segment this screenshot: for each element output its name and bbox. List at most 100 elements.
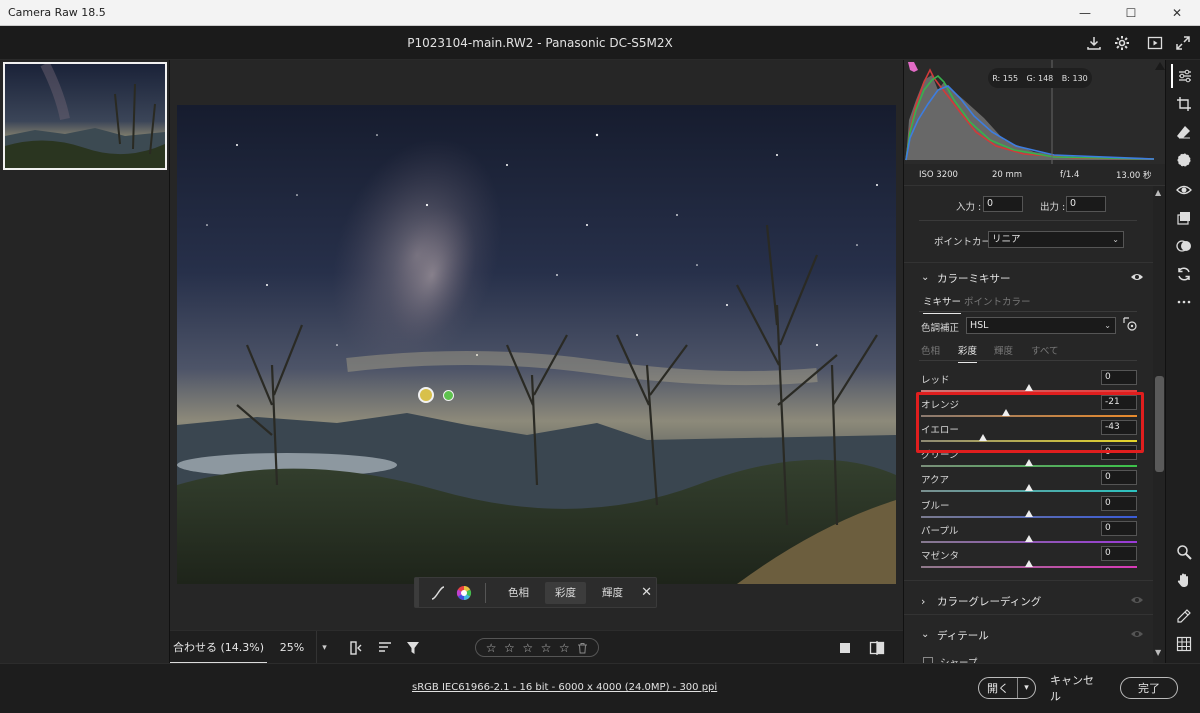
- remove-tool-button[interactable]: [1171, 120, 1197, 144]
- slider-row: マゼンタ 0: [904, 545, 1154, 573]
- download-icon: [1087, 37, 1101, 50]
- close-window-button[interactable]: ✕: [1154, 0, 1200, 26]
- snapshot-tool-button[interactable]: [1171, 234, 1197, 258]
- maximize-button[interactable]: ☐: [1108, 0, 1154, 26]
- grid-toggle-button[interactable]: [1171, 632, 1197, 656]
- red-eye-tool-button[interactable]: [1171, 178, 1197, 202]
- chevron-down-icon: ⌄: [921, 272, 930, 283]
- subtab-hue[interactable]: 色相: [921, 343, 940, 357]
- view-mode-button[interactable]: [834, 637, 856, 659]
- slider-thumb[interactable]: [1025, 509, 1033, 517]
- save-image-button[interactable]: [1083, 32, 1105, 54]
- minimize-button[interactable]: —: [1062, 0, 1108, 26]
- zoom-dropdown[interactable]: ▾: [316, 631, 332, 664]
- adjust-select[interactable]: HSL ⌄: [966, 317, 1116, 334]
- slider-value-field[interactable]: 0: [1101, 520, 1137, 536]
- color-mixer-header[interactable]: ⌄ カラーミキサー: [904, 263, 1154, 293]
- masking-tool-button[interactable]: [1171, 148, 1197, 172]
- color-grading-header[interactable]: › カラーグレーディング: [904, 586, 1154, 616]
- star-icon[interactable]: ☆: [541, 641, 552, 655]
- fullscreen-button[interactable]: [1172, 32, 1194, 54]
- star-icon[interactable]: ☆: [559, 641, 570, 655]
- scrollbar-thumb[interactable]: [1155, 376, 1164, 472]
- subtab-luminance[interactable]: 輝度: [994, 343, 1013, 357]
- expand-icon: [1176, 36, 1190, 50]
- fit-zoom-button[interactable]: 合わせる (14.3%): [170, 631, 267, 664]
- subtab-all[interactable]: すべて: [1031, 343, 1058, 357]
- sort-icon: [379, 642, 391, 652]
- luminance-mode-button[interactable]: 輝度: [592, 582, 633, 604]
- thumbnail-image[interactable]: [3, 62, 167, 170]
- slider-thumb[interactable]: [1025, 534, 1033, 542]
- visibility-eye-icon[interactable]: [1130, 594, 1144, 606]
- done-button[interactable]: 完了: [1120, 677, 1178, 699]
- slider-value-field[interactable]: 0: [1101, 470, 1137, 486]
- sort-button[interactable]: [374, 637, 396, 659]
- color-sample-point-secondary[interactable]: [443, 390, 454, 401]
- color-sampler-tool-button[interactable]: [1171, 604, 1197, 628]
- file-title: P1023104-main.RW2 - Panasonic DC-S5M2X: [407, 36, 673, 50]
- presets-icon: [1177, 212, 1190, 225]
- curve-output-field[interactable]: 0: [1066, 196, 1106, 212]
- divider: [904, 614, 1154, 615]
- slider-value-field[interactable]: 0: [1101, 495, 1137, 511]
- toolbar-grip[interactable]: [415, 578, 419, 607]
- targeted-adjustment-icon[interactable]: [1122, 316, 1138, 332]
- slideshow-button[interactable]: [1144, 32, 1166, 54]
- open-dropdown[interactable]: ▾: [1017, 678, 1035, 698]
- trash-icon[interactable]: [577, 642, 588, 654]
- crop-tool-button[interactable]: [1171, 92, 1197, 116]
- star-icon[interactable]: ☆: [522, 641, 533, 655]
- close-toolbar-button[interactable]: ✕: [641, 585, 652, 600]
- tab-point-color[interactable]: ポイントカラー: [964, 294, 1031, 308]
- star-rating[interactable]: ☆ ☆ ☆ ☆ ☆: [475, 638, 599, 657]
- slider-thumb[interactable]: [1025, 384, 1033, 391]
- curve-icon: [431, 585, 445, 600]
- slider-thumb[interactable]: [1025, 484, 1033, 492]
- more-icon: [1177, 300, 1191, 304]
- point-curve-value: リニア: [992, 234, 1021, 245]
- workflow-options-link[interactable]: sRGB IEC61966-2.1 - 16 bit - 6000 x 4000…: [412, 682, 717, 693]
- star-icon[interactable]: ☆: [486, 641, 497, 655]
- slider-value-field[interactable]: 0: [1101, 370, 1137, 385]
- settings-button[interactable]: [1111, 32, 1133, 54]
- status-bar: sRGB IEC61966-2.1 - 16 bit - 6000 x 4000…: [0, 663, 1200, 713]
- point-curve-select[interactable]: リニア ⌄: [988, 231, 1124, 248]
- hand-icon: [1177, 573, 1188, 587]
- hue-mode-button[interactable]: 色相: [498, 582, 539, 604]
- visibility-eye-icon[interactable]: [1130, 628, 1144, 640]
- presets-tool-button[interactable]: [1171, 206, 1197, 230]
- filter-button[interactable]: [402, 637, 424, 659]
- hand-tool-button[interactable]: [1171, 568, 1197, 592]
- cancel-button[interactable]: キャンセル: [1050, 674, 1104, 703]
- image-canvas[interactable]: [170, 60, 903, 630]
- zoom-level-button[interactable]: 25%: [270, 631, 314, 664]
- color-mixer-tool-button[interactable]: [453, 582, 475, 604]
- visibility-eye-icon[interactable]: [1130, 271, 1144, 283]
- scroll-down-arrow[interactable]: ▼: [1155, 648, 1161, 657]
- curve-input-field[interactable]: 0: [983, 196, 1023, 212]
- sync-tool-button[interactable]: [1171, 262, 1197, 286]
- scroll-up-arrow[interactable]: ▲: [1155, 188, 1161, 197]
- divider: [919, 311, 1137, 312]
- exif-iso: ISO 3200: [919, 169, 958, 180]
- before-after-button[interactable]: [866, 637, 888, 659]
- photo-preview[interactable]: [177, 105, 896, 584]
- edit-tool-button[interactable]: [1171, 64, 1197, 88]
- slider-thumb[interactable]: [1025, 459, 1033, 467]
- adjust-value: HSL: [970, 320, 989, 331]
- zoom-tool-button[interactable]: [1171, 540, 1197, 564]
- saturation-mode-button[interactable]: 彩度: [545, 581, 586, 604]
- detail-header[interactable]: ⌄ ディテール: [904, 620, 1154, 650]
- slider-thumb[interactable]: [1025, 559, 1033, 567]
- curve-tool-button[interactable]: [427, 582, 449, 604]
- open-button-label: 開く: [987, 682, 1009, 695]
- slider-value-field[interactable]: 0: [1101, 545, 1137, 561]
- color-wheel-icon: [456, 585, 472, 600]
- filmstrip-toggle-button[interactable]: [346, 637, 368, 659]
- open-button[interactable]: 開く ▾: [978, 677, 1036, 699]
- more-options-button[interactable]: [1171, 290, 1197, 314]
- color-sample-point[interactable]: [418, 387, 434, 403]
- star-icon[interactable]: ☆: [504, 641, 515, 655]
- canvas-bottom-bar: 合わせる (14.3%) 25% ▾ ☆ ☆ ☆ ☆ ☆: [170, 630, 903, 664]
